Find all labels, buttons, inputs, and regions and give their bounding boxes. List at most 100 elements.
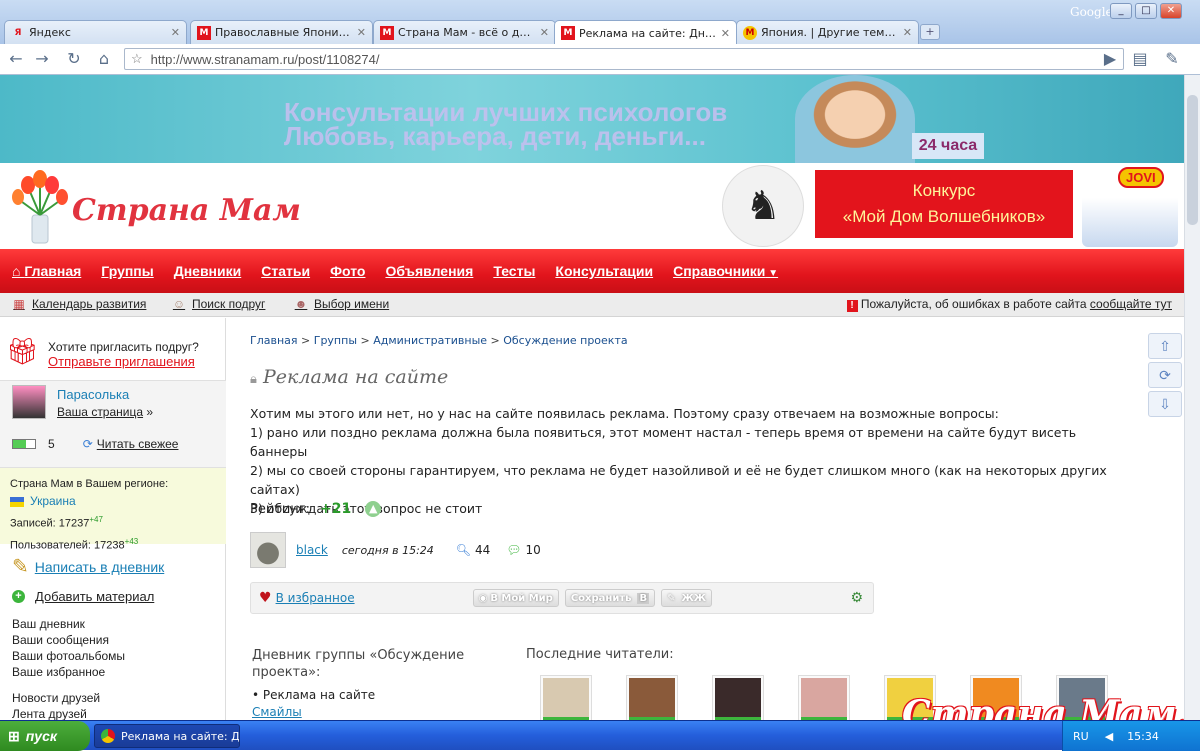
close-icon[interactable]: ✕ <box>171 26 180 39</box>
user-profile-block: Парасолька Ваша страница » 5 ⟳ Читать св… <box>0 380 226 468</box>
share-save-button[interactable]: Сохранить B <box>564 589 656 607</box>
write-diary-link[interactable]: Написать в дневник <box>35 559 165 575</box>
back-arrow-icon[interactable]: ← <box>4 48 28 70</box>
forward-arrow-icon[interactable]: → <box>30 48 54 70</box>
breadcrumb: Главная > Группы > Административные > Об… <box>250 334 628 347</box>
nav-item-home[interactable]: ⌂ Главная <box>12 263 81 279</box>
tab-strana-mam[interactable]: M Страна Мам - всё о детях... ✕ <box>373 20 556 44</box>
recent-readers: Последние читатели: <box>526 647 1146 720</box>
reader-avatar[interactable] <box>540 675 592 720</box>
nav-item-articles[interactable]: Статьи <box>261 263 310 279</box>
nav-item-references[interactable]: Справочники ▼ <box>673 263 778 279</box>
send-invites-link[interactable]: Отправьте приглашения <box>48 354 195 369</box>
home-icon[interactable]: ⌂ <box>92 48 116 70</box>
nav-item-photo[interactable]: Фото <box>330 263 365 279</box>
scroll-helper-buttons: ⇧ ⟳ ⇩ <box>1148 333 1184 423</box>
calendar-link[interactable]: ▦ Календарь развития <box>12 297 146 311</box>
wrench-icon[interactable]: ✎ <box>1160 48 1184 70</box>
breadcrumb-admin[interactable]: Административные <box>373 334 487 347</box>
my-diary-link[interactable]: Ваш дневник <box>12 617 85 631</box>
contest-line2: «Мой Дом Волшебников» <box>842 207 1046 226</box>
vote-up-icon[interactable]: ▲ <box>365 501 382 517</box>
taskbar-browser-item[interactable]: Реклама на сайте: Д... <box>94 724 240 748</box>
my-page-link[interactable]: Ваша страница <box>57 405 143 419</box>
nav-item-tests[interactable]: Тесты <box>493 263 535 279</box>
choose-name-link[interactable]: ☻ Выбор имени <box>294 297 389 311</box>
reader-avatar[interactable] <box>798 675 850 720</box>
tab-label: Япония. | Другие темы | ... <box>761 26 899 39</box>
wizard-house-logo[interactable]: ♞ <box>722 165 804 247</box>
close-window-button[interactable]: ✕ <box>1160 3 1182 19</box>
records-link[interactable]: Записей <box>10 518 53 530</box>
post-paragraph: 3) обсуждать этот вопрос не стоит <box>250 501 483 516</box>
ad-banner[interactable]: Консультации лучших психологов Любовь, к… <box>0 75 1184 163</box>
go-arrow-icon[interactable]: ▶ <box>1098 48 1122 70</box>
my-albums-link[interactable]: Ваши фотоальбомы <box>12 649 125 663</box>
heart-icon: ♥ <box>259 590 272 606</box>
scroll-up-icon[interactable]: ⇧ <box>1148 333 1182 359</box>
read-fresh-link[interactable]: Читать свежее <box>97 437 179 451</box>
user-name-link[interactable]: Парасолька <box>57 387 129 402</box>
bookmark-star-icon[interactable]: ☆ <box>131 51 143 67</box>
page-menu-icon[interactable]: ▤ <box>1128 48 1152 70</box>
post-meta: black сегодня в 15:24 🔍︎ 44 💬︎ 10 <box>250 531 870 569</box>
gear-icon[interactable]: ⚙ <box>850 590 863 606</box>
reader-avatar[interactable] <box>712 675 764 720</box>
close-icon[interactable]: ✕ <box>357 26 366 39</box>
post-paragraph: 1) рано или поздно реклама должна была п… <box>250 425 1077 459</box>
author-avatar[interactable] <box>250 532 286 568</box>
tab-advertising-active[interactable]: M Реклама на сайте: Дневн... ✕ <box>554 20 737 45</box>
friends-feed-link[interactable]: Лента друзей <box>12 707 87 720</box>
reader-avatar[interactable] <box>626 675 678 720</box>
group-diary-title: Дневник группы «Обсуждение проекта»: <box>252 648 465 680</box>
diary-more-link[interactable]: Смайлы <box>252 705 302 719</box>
maximize-button[interactable]: □ <box>1135 3 1157 19</box>
scrollbar-thumb[interactable] <box>1187 95 1198 225</box>
contest-banner[interactable]: Конкурс «Мой Дом Волшебников» <box>815 170 1073 238</box>
breadcrumb-home[interactable]: Главная <box>250 334 298 347</box>
share-mymir-button[interactable]: ◉ В Мой Мир <box>472 589 559 607</box>
start-button[interactable]: ⊞ пуск <box>0 721 90 751</box>
invite-question: Хотите пригласить подруг? <box>48 340 199 354</box>
share-lj-button[interactable]: ✎ ЖЖ <box>661 589 712 607</box>
nav-item-diaries[interactable]: Дневники <box>174 263 242 279</box>
author-link[interactable]: black <box>296 543 328 557</box>
report-error-link[interactable]: сообщайте тут <box>1090 297 1172 311</box>
add-material-link[interactable]: Добавить материал <box>35 589 154 604</box>
users-delta: +43 <box>124 536 139 546</box>
nav-item-consultations[interactable]: Консультации <box>555 263 653 279</box>
find-friends-link[interactable]: ☺ Поиск подруг <box>172 297 266 311</box>
sub-navigation: ▦ Календарь развития ☺ Поиск подруг ☻ Выбор… <box>0 293 1184 317</box>
windows-flag-icon: ⊞ <box>8 727 20 744</box>
close-icon[interactable]: ✕ <box>903 26 912 39</box>
new-tab-button[interactable]: + <box>920 24 940 40</box>
tray-arrow-icon[interactable]: ◀ <box>1105 730 1113 743</box>
tab-orthodox-japan[interactable]: M Православные Японии пр... ✕ <box>190 20 373 44</box>
breadcrumb-groups[interactable]: Группы <box>314 334 357 347</box>
nav-item-ads[interactable]: Объявления <box>385 263 473 279</box>
nav-item-groups[interactable]: Группы <box>101 263 153 279</box>
vertical-scrollbar[interactable] <box>1184 75 1200 720</box>
language-indicator[interactable]: RU <box>1073 730 1089 743</box>
scroll-down-icon[interactable]: ⇩ <box>1148 391 1182 417</box>
invite-block: 🎁︎ Хотите пригласить подруг? Отправьте п… <box>0 318 226 374</box>
close-icon[interactable]: ✕ <box>540 26 549 39</box>
friends-news-link[interactable]: Новости друзей <box>12 691 100 705</box>
my-favorites-link[interactable]: Ваше избранное <box>12 665 105 679</box>
address-bar[interactable]: ☆ http://www.stranamam.ru/post/1108274/ <box>124 48 1124 70</box>
diary-entry[interactable]: • Реклама на сайте <box>252 687 502 704</box>
avatar[interactable] <box>12 385 46 419</box>
my-messages-link[interactable]: Ваши сообщения <box>12 633 109 647</box>
reload-icon[interactable]: ↻ <box>62 48 86 70</box>
tab-yandex[interactable]: Я Яндекс ✕ <box>4 20 187 44</box>
add-favorite-link[interactable]: В избранное <box>276 591 355 605</box>
recent-readers-title: Последние читатели: <box>526 647 674 662</box>
minimize-button[interactable]: _ <box>1110 3 1132 19</box>
breadcrumb-discussion[interactable]: Обсуждение проекта <box>503 334 627 347</box>
site-logo[interactable]: Страна Мам <box>72 193 301 228</box>
close-icon[interactable]: ✕ <box>721 27 730 40</box>
region-link[interactable]: Украина <box>30 494 76 508</box>
refresh-icon[interactable]: ⟳ <box>1148 362 1182 388</box>
tab-japan-topics[interactable]: M Япония. | Другие темы | ... ✕ <box>736 20 919 44</box>
home-icon: ⌂ <box>12 263 25 279</box>
